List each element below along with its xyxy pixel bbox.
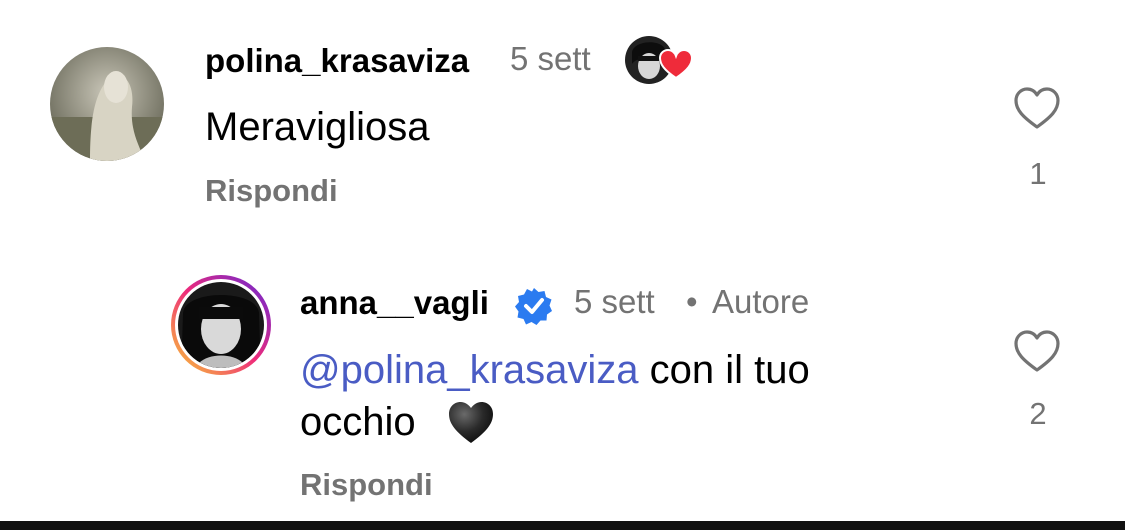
liked-by-author-badge [624,34,694,86]
bottom-border [0,521,1125,530]
comment-timestamp: 5 sett [510,40,591,77]
like-count: 1 [1029,156,1047,191]
like-button[interactable] [1013,85,1061,133]
comment-username[interactable]: anna__vagli [300,284,489,322]
comment-timestamp: 5 sett [574,283,655,320]
heart-outline-icon [1014,87,1060,129]
black-heart-icon [446,398,496,446]
like-button[interactable] [1013,328,1061,376]
comment-username[interactable]: polina_krasaviza [205,42,469,80]
comment-text-line2-wrapper: occhio [300,400,416,445]
comment-text: Meravigliosa [205,105,430,149]
reply-button[interactable]: Rispondi [205,173,338,209]
author-label: Autore [712,283,810,320]
heart-outline-icon [1014,330,1060,372]
comment-text: @polina_krasaviza con il tuo [300,348,810,393]
like-count: 2 [1029,396,1047,431]
avatar[interactable] [169,273,273,377]
verified-badge-icon [514,286,554,326]
comment-text-line2: occhio [300,400,416,444]
avatar[interactable] [50,47,164,161]
comment-text-line1: con il tuo [638,348,810,392]
user-mention-link[interactable]: @polina_krasaviza [300,348,639,392]
reply-button[interactable]: Rispondi [300,467,433,503]
separator-dot: • [686,283,698,320]
